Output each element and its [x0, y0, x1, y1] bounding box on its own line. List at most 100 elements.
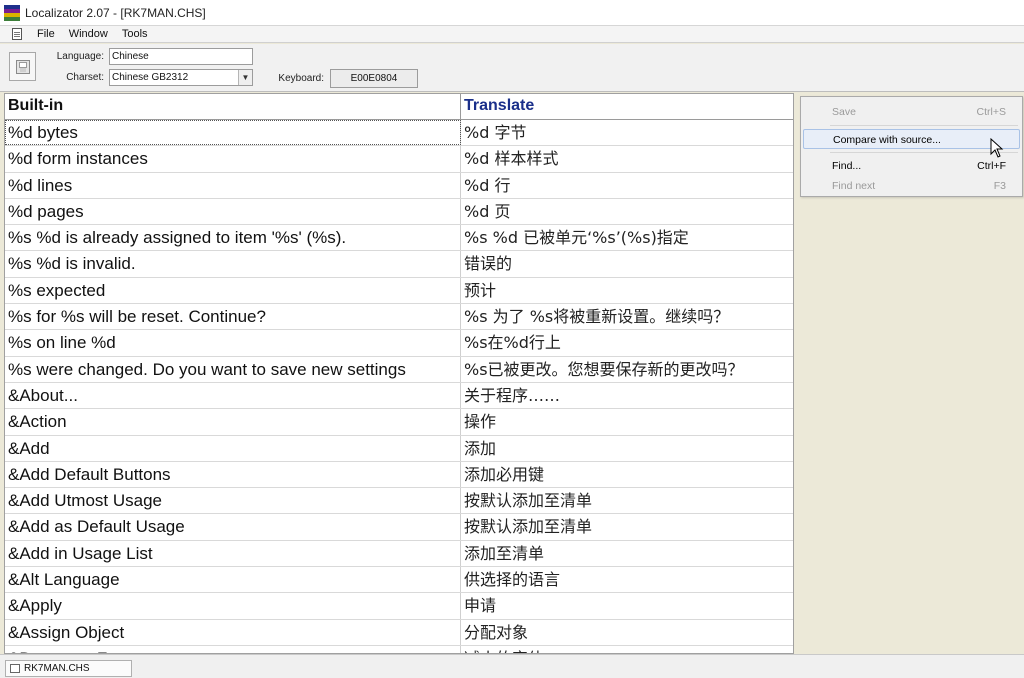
toolbar: Language: Chinese Charset: Chinese GB231…	[0, 44, 1024, 92]
builtin-cell[interactable]: %s on line %d	[5, 330, 461, 356]
translate-cell[interactable]: 按默认添加至清单	[461, 514, 793, 539]
menu-item-label: Find next	[832, 180, 876, 192]
menu-separator	[830, 125, 1018, 126]
menu-item-shortcut: Ctrl+S	[976, 106, 1006, 118]
translate-cell[interactable]: %s已被更改。您想要保存新的更改吗？	[461, 357, 793, 382]
translate-cell[interactable]: 添加	[461, 436, 793, 461]
builtin-cell[interactable]: %s for %s will be reset. Continue?	[5, 304, 461, 330]
table-row[interactable]: &Add as Default Usage 按默认添加至清单	[5, 514, 793, 541]
table-row[interactable]: %s expected 预计	[5, 277, 793, 305]
table-row[interactable]: %d pages %d 页	[5, 198, 793, 226]
table-row[interactable]: &Decrease Font减小的字体	[5, 645, 793, 653]
translate-cell[interactable]: %d 行	[461, 173, 793, 198]
translate-cell[interactable]: 按默认添加至清单	[461, 488, 793, 513]
menu-item-compare-with-source[interactable]: Compare with source...	[803, 129, 1020, 149]
table-row[interactable]: &Assign Object 分配对象	[5, 619, 793, 646]
builtin-cell[interactable]: &Action	[5, 409, 461, 435]
builtin-cell[interactable]: %s %d is invalid.	[5, 251, 461, 277]
charset-value: Chinese GB2312	[112, 72, 189, 83]
menu-item-label: Find...	[832, 160, 862, 172]
builtin-cell[interactable]: %d form instances	[5, 146, 461, 172]
translate-cell[interactable]: %d 样本样式	[461, 146, 793, 171]
mouse-cursor-icon	[990, 138, 1004, 158]
table-row[interactable]: &Action 操作	[5, 409, 793, 436]
status-bar: RK7MAN.CHS	[0, 654, 1024, 678]
builtin-cell[interactable]: &Apply	[5, 593, 461, 619]
table-row[interactable]: &Add Utmost Usage 按默认添加至清单	[5, 488, 793, 515]
menu-item-label: Compare with source...	[833, 134, 941, 146]
builtin-cell[interactable]: &Assign Object	[5, 619, 461, 645]
app-icon	[4, 4, 20, 21]
menu-item-find-next[interactable]: Find next F3	[803, 176, 1020, 196]
translate-cell[interactable]: 预计	[461, 278, 793, 303]
translate-cell[interactable]: 申请	[461, 593, 793, 618]
builtin-cell[interactable]: %s %d is already assigned to item '%s' (…	[5, 225, 461, 251]
charset-select[interactable]: Chinese GB2312 ▼	[109, 69, 253, 86]
builtin-cell[interactable]: &Add Utmost Usage	[5, 488, 461, 514]
menu-item-shortcut: Ctrl+F	[977, 160, 1006, 172]
menu-window[interactable]: Window	[62, 26, 115, 43]
translate-cell[interactable]: %d 页	[461, 199, 793, 224]
translate-cell[interactable]: %s 为了 %s将被重新设置。继续吗？	[461, 304, 793, 329]
translate-cell[interactable]: 供选择的语言	[461, 567, 793, 592]
builtin-cell[interactable]: &Add as Default Usage	[5, 514, 461, 540]
column-header-translate[interactable]: Translate	[461, 94, 793, 119]
translate-cell[interactable]: 减小的字体	[461, 646, 793, 653]
table-row[interactable]: &Alt Language 供选择的语言	[5, 567, 793, 594]
menu-item-find[interactable]: Find... Ctrl+F	[803, 156, 1020, 176]
menu-file[interactable]: File	[30, 26, 62, 43]
table-row[interactable]: &About... 关于程序……	[5, 382, 793, 410]
menu-item-save[interactable]: Save Ctrl+S	[803, 102, 1020, 122]
translate-cell[interactable]: %s %d 已被单元‘%s’(%s)指定	[461, 225, 793, 250]
window-title: Localizator 2.07 - [RK7MAN.CHS]	[25, 5, 206, 20]
language-label: Language:	[56, 51, 104, 62]
builtin-cell[interactable]: %d pages	[5, 198, 461, 225]
translate-cell[interactable]: %d 字节	[461, 120, 793, 145]
document-icon	[10, 664, 20, 673]
menu-tools[interactable]: Tools	[115, 26, 155, 43]
column-header-builtin[interactable]: Built-in	[5, 94, 461, 119]
builtin-cell[interactable]: &Decrease Font	[5, 645, 461, 653]
menu-bar: File Window Tools	[0, 26, 1024, 43]
translate-cell[interactable]: 添加至清单	[461, 541, 793, 566]
table-row[interactable]: %s were changed. Do you want to save new…	[5, 356, 793, 383]
builtin-cell[interactable]: &Alt Language	[5, 567, 461, 593]
table-row[interactable]: %s for %s will be reset. Continue? %s 为了 …	[5, 304, 793, 331]
translate-cell[interactable]: %s在%d行上	[461, 330, 793, 355]
chevron-down-icon[interactable]: ▼	[238, 70, 252, 85]
translation-grid: Built-in Translate %d bytes %d 字节 %d form …	[4, 93, 794, 654]
document-icon[interactable]	[12, 28, 22, 40]
table-row[interactable]: %d lines %d 行	[5, 172, 793, 199]
table-row[interactable]: &Add 添加	[5, 435, 793, 462]
translate-cell[interactable]: 添加必用键	[461, 462, 793, 487]
builtin-cell[interactable]: &Add	[5, 435, 461, 461]
keyboard-layout-button[interactable]: E00E0804	[330, 69, 418, 88]
table-row[interactable]: %d bytes %d 字节	[5, 120, 793, 147]
title-bar: Localizator 2.07 - [RK7MAN.CHS]	[0, 0, 1024, 26]
document-tab-label: RK7MAN.CHS	[24, 663, 90, 674]
document-tab[interactable]: RK7MAN.CHS	[5, 660, 132, 677]
translate-cell[interactable]: 关于程序……	[461, 383, 793, 408]
table-row[interactable]: %s %d is invalid. 错误的	[5, 251, 793, 278]
builtin-cell[interactable]: %s were changed. Do you want to save new…	[5, 356, 461, 382]
floppy-disk-icon	[15, 59, 30, 74]
translate-cell[interactable]: 操作	[461, 409, 793, 434]
language-field[interactable]: Chinese	[109, 48, 253, 65]
save-button[interactable]	[9, 52, 36, 81]
table-row[interactable]: %d form instances %d 样本样式	[5, 146, 793, 173]
table-row[interactable]: &Apply 申请	[5, 593, 793, 620]
builtin-cell[interactable]: %d lines	[5, 172, 461, 198]
grid-header: Built-in Translate	[5, 94, 793, 120]
table-row[interactable]: &Add in Usage List 添加至清单	[5, 540, 793, 568]
table-row[interactable]: %s on line %d %s在%d行上	[5, 330, 793, 357]
table-row[interactable]: %s %d is already assigned to item '%s' (…	[5, 225, 793, 252]
builtin-cell[interactable]: &Add in Usage List	[5, 540, 461, 567]
builtin-cell[interactable]: &Add Default Buttons	[5, 461, 461, 488]
builtin-cell[interactable]: %d bytes	[5, 120, 461, 146]
grid-body: %d bytes %d 字节 %d form instances %d 样本样式 %d …	[5, 120, 793, 653]
translate-cell[interactable]: 分配对象	[461, 620, 793, 645]
translate-cell[interactable]: 错误的	[461, 251, 793, 276]
builtin-cell[interactable]: %s expected	[5, 277, 461, 304]
builtin-cell[interactable]: &About...	[5, 382, 461, 409]
table-row[interactable]: &Add Default Buttons 添加必用键	[5, 461, 793, 489]
